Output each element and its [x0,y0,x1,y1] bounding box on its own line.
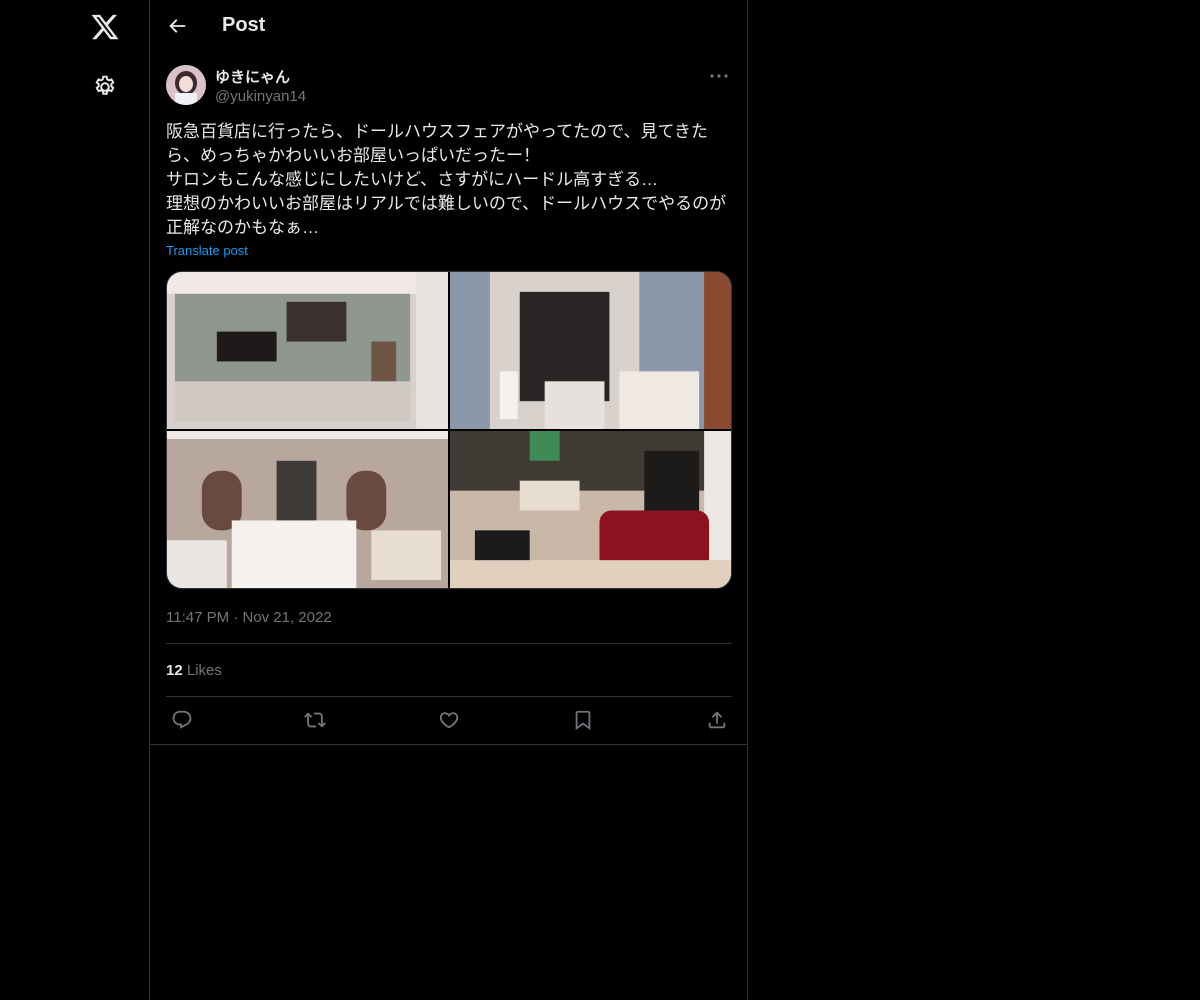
photo-dollhouse-shop[interactable] [167,272,448,429]
likes-count-link[interactable]: 12 Likes [166,662,222,679]
photo-dollhouse-living-room[interactable] [450,431,731,588]
post-date-link[interactable]: Nov 21, 2022 [242,609,331,626]
photo-dollhouse-bedroom[interactable] [167,431,448,588]
page-header: Post [150,0,747,53]
divider [150,744,747,745]
media-grid [166,271,732,589]
sidebar [0,0,149,1000]
author-name[interactable]: ゆきにゃん [215,66,290,87]
post-time-link[interactable]: 11:47 PM [166,609,229,626]
repost-icon[interactable] [304,709,326,731]
heart-icon[interactable] [438,709,460,731]
post-timestamp: 11:47 PM · Nov 21, 2022 [166,609,332,626]
reply-icon[interactable] [171,709,193,731]
arrow-left-icon[interactable] [166,15,188,37]
post-text: 阪急百貨店に行ったら、ドールハウスフェアがやってたので、見てきたら、めっちゃかわ… [166,122,727,237]
likes-label: Likes [186,662,222,679]
translate-post-link[interactable]: Translate post [166,243,248,258]
post-actions-bar [166,709,732,733]
x-logo-icon[interactable] [90,12,120,42]
gear-icon[interactable] [92,74,118,100]
divider [166,643,732,644]
more-options-icon[interactable] [707,64,731,88]
main-column: Post ゆきにゃん @yukinyan14 阪急百貨店に行ったら、ドールハウス… [149,0,748,1000]
photo-dollhouse-bathroom[interactable] [450,272,731,429]
timestamp-separator: · [233,609,239,626]
likes-count: 12 [166,662,183,679]
author-handle[interactable]: @yukinyan14 [215,88,306,105]
bookmark-icon[interactable] [572,709,594,731]
page-title: Post [222,14,266,36]
share-icon[interactable] [706,709,728,731]
avatar[interactable] [166,65,206,105]
divider [166,696,732,697]
